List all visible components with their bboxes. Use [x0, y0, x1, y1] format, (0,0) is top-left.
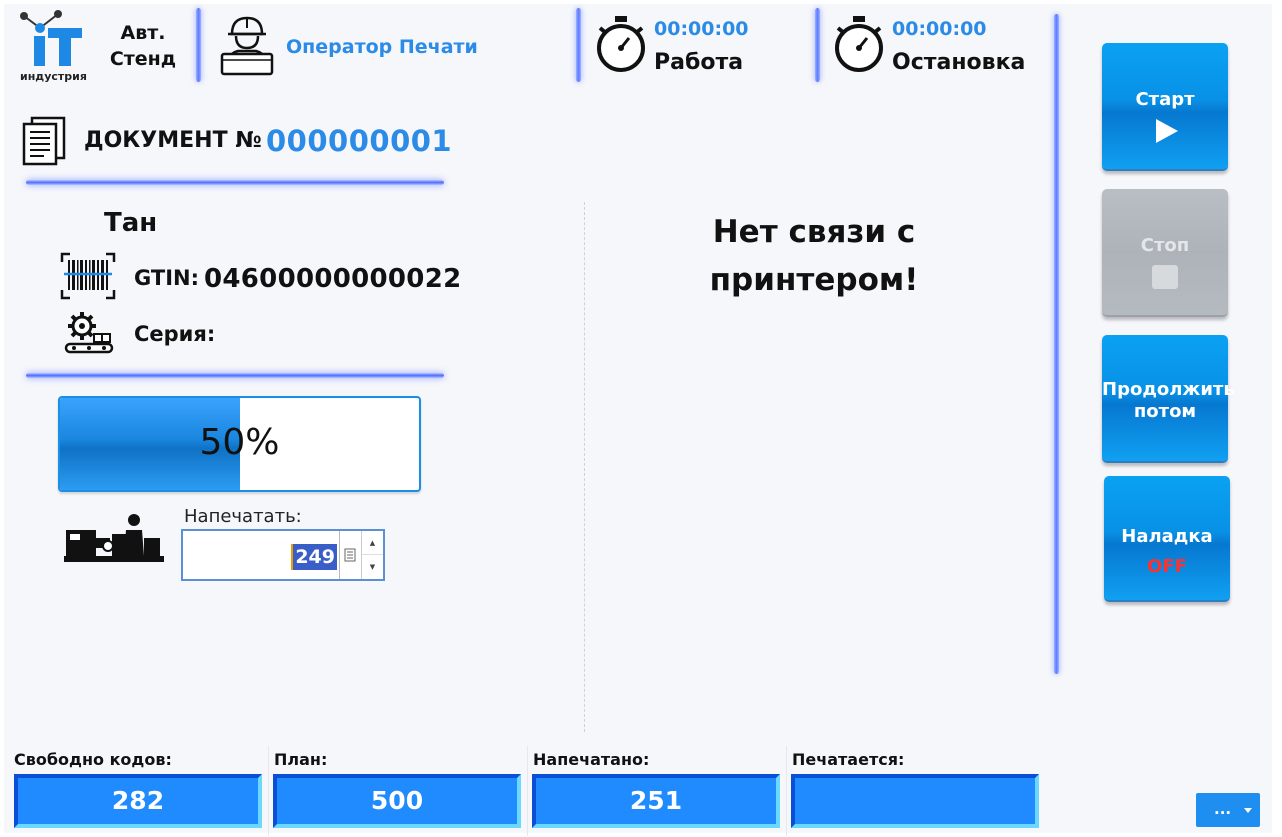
document-number: 000000001: [266, 124, 453, 158]
gtin-label: GTIN:: [134, 266, 199, 290]
print-quantity-label: Напечатать:: [184, 506, 302, 527]
setup-state-label: OFF: [1147, 556, 1187, 577]
operator-label: Оператор Печати: [286, 36, 478, 58]
free-codes-value: 282: [14, 774, 262, 828]
footer-separator: [527, 746, 528, 836]
start-button-label: Старт: [1135, 89, 1195, 110]
stop-timer-value: 00:00:00: [892, 18, 987, 40]
printer-status-line1: Нет связи с: [712, 214, 916, 250]
play-icon: [1156, 119, 1178, 143]
printing-machine-icon: [64, 512, 164, 566]
logo-subtitle: индустрия: [20, 70, 87, 83]
printed-label: Напечатано:: [533, 750, 650, 769]
header-separator: [815, 8, 820, 82]
continue-later-label: Продолжить потом: [1102, 379, 1235, 423]
printing-value: [791, 774, 1039, 828]
continue-later-line2: потом: [1133, 401, 1197, 422]
printing-label: Печатается:: [792, 750, 905, 769]
production-gear-icon: [64, 310, 114, 356]
spinner-up-icon[interactable]: ▲: [362, 531, 383, 555]
continue-later-button[interactable]: Продолжить потом: [1102, 335, 1235, 463]
continue-later-line1: Продолжить: [1102, 379, 1235, 400]
setup-button[interactable]: Наладка OFF: [1104, 476, 1230, 602]
setup-button-label: Наладка: [1121, 526, 1213, 547]
divider: [26, 373, 444, 378]
operator-icon: [218, 14, 276, 78]
plan-value: 500: [273, 774, 521, 828]
panel-divider: [584, 202, 585, 732]
plan-label: План:: [274, 750, 328, 769]
work-timer-value: 00:00:00: [654, 18, 749, 40]
printed-value: 251: [532, 774, 780, 828]
footer-separator: [786, 746, 787, 836]
spinner-arrows: ▲ ▼: [361, 531, 383, 579]
logo-graphic: [20, 10, 82, 66]
progress-text: 50%: [199, 422, 280, 463]
stopwatch-icon: [594, 14, 648, 74]
divider: [26, 180, 444, 185]
main-window: индустрия Авт. Стенд Оператор Печати 00:…: [4, 4, 1272, 836]
start-button[interactable]: Старт: [1102, 43, 1228, 171]
spinner-down-icon[interactable]: ▼: [362, 555, 383, 579]
printer-status-line2: принтером!: [709, 262, 919, 298]
printer-status-message: Нет связи с принтером!: [634, 208, 994, 304]
document-icon: [20, 116, 68, 166]
company-logo: индустрия: [18, 8, 90, 86]
series-label: Серия:: [134, 322, 216, 346]
product-name: Тан: [104, 208, 158, 238]
header-separator: [196, 8, 201, 82]
stop-button-label: Стоп: [1140, 235, 1190, 256]
chevron-down-icon: [1244, 808, 1252, 813]
print-quantity-spinner[interactable]: 249 ▲ ▼: [181, 529, 385, 581]
header-separator: [576, 8, 581, 82]
stop-button[interactable]: Стоп: [1102, 189, 1228, 317]
more-menu-button[interactable]: ...: [1196, 793, 1260, 827]
free-codes-label: Свободно кодов:: [14, 750, 172, 769]
right-panel-separator: [1054, 14, 1059, 674]
progress-bar: 50%: [58, 396, 421, 492]
stop-timer-label: Остановка: [892, 50, 1026, 75]
work-timer-label: Работа: [654, 50, 744, 75]
stand-line1: Авт.: [120, 22, 166, 44]
stop-icon: [1152, 265, 1178, 289]
more-menu-label: ...: [1214, 800, 1232, 818]
print-quantity-value[interactable]: 249: [291, 544, 337, 570]
gtin-value: 04600000000022: [204, 264, 462, 294]
stopwatch-icon: [832, 14, 886, 74]
footer-separator: [268, 746, 269, 836]
stand-label: Авт. Стенд: [108, 20, 178, 72]
barcode-icon: [60, 252, 116, 300]
calculator-icon[interactable]: [339, 531, 359, 579]
stand-line2: Стенд: [109, 48, 177, 70]
document-label: ДОКУМЕНТ №: [84, 128, 262, 153]
